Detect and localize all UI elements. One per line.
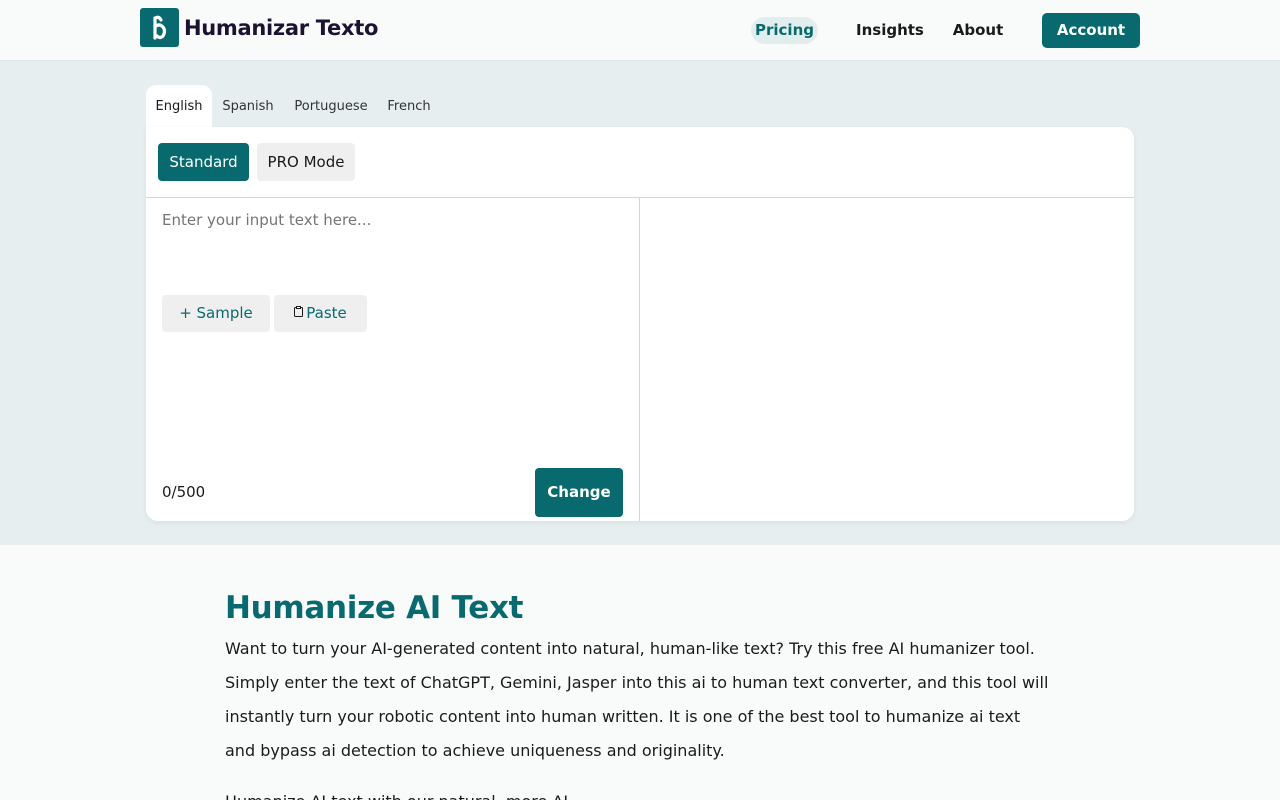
paste-button[interactable]: Paste — [274, 295, 367, 332]
paste-label: Paste — [306, 304, 347, 322]
clipboard-icon — [294, 295, 304, 332]
stylized-h-logo-icon — [140, 8, 179, 47]
page-heading: Humanize AI Text — [225, 590, 524, 626]
pro-mode-button[interactable]: PRO Mode — [257, 143, 355, 181]
site-header: Humanizar Texto Pricing Insights About A… — [0, 0, 1280, 61]
tab-portuguese[interactable]: Portuguese — [290, 85, 372, 127]
change-button[interactable]: Change — [535, 468, 623, 517]
intro-paragraph: Want to turn your AI-generated content i… — [225, 639, 1049, 760]
tab-spanish[interactable]: Spanish — [218, 85, 278, 127]
tab-french[interactable]: French — [382, 85, 436, 127]
nav-insights-link[interactable]: Insights — [856, 17, 924, 44]
standard-mode-button[interactable]: Standard — [158, 143, 249, 181]
brand-logo[interactable]: Humanizar Texto — [140, 8, 378, 47]
input-textarea[interactable] — [162, 211, 622, 251]
article: Humanize AI Text Want to turn your AI-ge… — [225, 590, 1055, 768]
humanizer-card: Standard PRO Mode + Sample Paste 0/500 C… — [146, 127, 1134, 521]
add-sample-button[interactable]: + Sample — [162, 295, 270, 332]
tab-english[interactable]: English — [146, 85, 212, 127]
account-button[interactable]: Account — [1042, 13, 1140, 48]
nav-about-link[interactable]: About — [952, 17, 1004, 44]
brand-name: Humanizar Texto — [184, 15, 379, 40]
character-counter: 0/500 — [162, 483, 206, 501]
next-paragraph: Humanize AI text with our natural, more … — [225, 788, 625, 800]
nav-pricing-link[interactable]: Pricing — [751, 17, 818, 44]
output-panel — [640, 198, 1134, 521]
